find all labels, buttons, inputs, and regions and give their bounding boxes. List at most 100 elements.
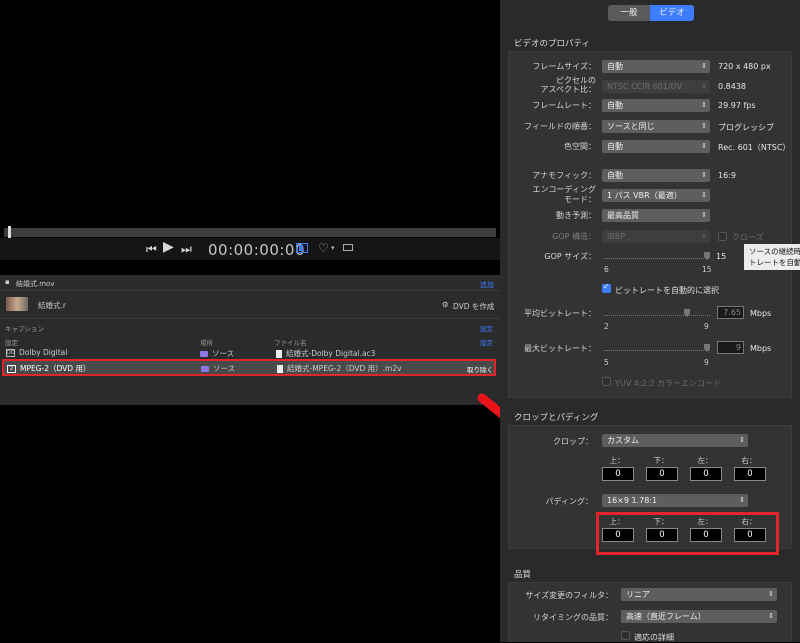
- crop-label: クロップ：: [553, 437, 593, 446]
- max-bitrate-max: 9: [704, 358, 709, 367]
- avg-bitrate-unit: Mbps: [750, 309, 772, 318]
- gop-size-label: GOP サイズ：: [544, 252, 596, 261]
- row-filename: 結婚式-MPEG-2（DVD 用）.m2v: [287, 364, 402, 373]
- share-panel: [0, 275, 500, 405]
- table-row[interactable]: DD Dolby Digital ソース 結婚式-Dolby Digital.ac…: [0, 347, 500, 359]
- pixel-aspect-popup: NTSC CCIR 601/DV ⇕: [602, 80, 710, 93]
- skip-forward-icon[interactable]: ⏭: [181, 243, 192, 255]
- chevron-updown-icon: ⇕: [701, 82, 707, 90]
- video-section-title: ビデオのプロパティ: [514, 39, 590, 49]
- chevron-updown-icon: ⇕: [701, 211, 707, 219]
- mpeg-icon: 2: [7, 365, 16, 373]
- chevron-updown-icon: ⇕: [701, 232, 707, 240]
- crop-left-field[interactable]: 0: [690, 467, 722, 481]
- row-setting: MPEG-2（DVD 用）: [20, 364, 91, 373]
- avg-bitrate-max: 9: [704, 322, 709, 331]
- avg-bitrate-field: 7.65: [717, 306, 744, 319]
- encoding-mode-popup[interactable]: 1 パス VBR（最適） ⇕: [602, 189, 710, 202]
- folder-icon: [200, 351, 208, 357]
- max-bitrate-unit: Mbps: [750, 344, 772, 353]
- project-name: 結婚式.r: [38, 301, 66, 310]
- source-file-name: 結婚式.mov: [16, 280, 55, 288]
- anamorphic-popup[interactable]: 自動 ⇕: [602, 169, 710, 182]
- folder-icon: [201, 366, 209, 372]
- frame-rate-readout: 29.97 fps: [718, 101, 756, 110]
- chevron-updown-icon: ⇕: [739, 496, 745, 504]
- padding-popup[interactable]: 16×9 1.78:1 ⇕: [602, 494, 748, 507]
- frame-size-label: フレームサイズ：: [532, 62, 596, 71]
- pixel-aspect-readout: 0.8438: [718, 82, 746, 91]
- adaptive-detail-label: 適応の詳細: [634, 633, 674, 642]
- max-bitrate-label: 最大ビットレート：: [524, 344, 596, 353]
- crop-bottom-field[interactable]: 0: [646, 467, 678, 481]
- padding-highlight-box: [596, 512, 779, 555]
- padding-label: パディング：: [545, 497, 593, 506]
- add-file-link[interactable]: 追加: [480, 280, 494, 290]
- row-filename: 結婚式-Dolby Digital.ac3: [286, 349, 376, 358]
- crop-popup[interactable]: カスタム ⇕: [602, 434, 748, 447]
- remove-button[interactable]: 取り除く: [467, 364, 493, 374]
- field-order-readout: プログレッシブ: [718, 123, 774, 132]
- color-space-label: 色空間：: [564, 142, 596, 151]
- row-location: ソース: [212, 349, 235, 358]
- crop-right-label: 右：: [741, 456, 757, 465]
- retiming-popup[interactable]: 高速（直近フレーム） ⇕: [621, 610, 777, 623]
- frame-rate-popup[interactable]: 自動 ⇕: [602, 99, 710, 112]
- avg-bitrate-slider: [604, 315, 710, 317]
- screen-icon[interactable]: [343, 244, 353, 251]
- file-icon: ▪: [5, 278, 10, 286]
- dolby-icon: DD: [6, 349, 15, 357]
- document-icon: [276, 350, 282, 358]
- viewer-layout-icon[interactable]: [296, 243, 308, 253]
- column-settings-link[interactable]: 設定: [480, 337, 493, 347]
- play-icon[interactable]: ▶: [163, 240, 174, 254]
- heart-icon[interactable]: ♡: [318, 241, 329, 255]
- gop-size-max: 15: [702, 265, 712, 274]
- max-bitrate-field: 9: [717, 341, 744, 354]
- resize-filter-popup[interactable]: リニア ⇕: [621, 588, 777, 601]
- chevron-updown-icon: ⇕: [701, 101, 707, 109]
- divider: [0, 290, 500, 291]
- tab-general[interactable]: 一般: [608, 5, 650, 21]
- column-filename: ファイル名: [274, 339, 307, 347]
- chevron-updown-icon: ⇕: [768, 590, 774, 598]
- chevron-updown-icon: ⇕: [701, 191, 707, 199]
- gop-structure-popup: IBBP ⇕: [602, 230, 710, 243]
- table-row-selected[interactable]: 2 MPEG-2（DVD 用） ソース 結婚式-MPEG-2（DVD 用）.m2v…: [2, 359, 496, 376]
- max-bitrate-min: 5: [604, 358, 609, 367]
- crop-top-label: 上：: [609, 456, 625, 465]
- gop-size-slider[interactable]: [604, 258, 710, 260]
- project-thumbnail: [6, 297, 28, 311]
- yuv-checkbox: [602, 377, 611, 386]
- crop-bottom-label: 下：: [653, 456, 669, 465]
- chevron-updown-icon: ⇕: [701, 122, 707, 130]
- create-dvd-label[interactable]: DVD を作成: [453, 301, 494, 312]
- chevron-updown-icon: ⇕: [701, 62, 707, 70]
- avg-bitrate-min: 2: [604, 322, 609, 331]
- gop-structure-label: GOP 構造：: [552, 232, 596, 241]
- adaptive-detail-checkbox[interactable]: [621, 631, 630, 640]
- frame-size-popup[interactable]: 自動 ⇕: [602, 60, 710, 73]
- gop-closed-label: クローズ: [732, 233, 764, 242]
- crop-top-field[interactable]: 0: [602, 467, 634, 481]
- motion-estimation-popup[interactable]: 最高品質 ⇕: [602, 209, 710, 222]
- crop-left-label: 左：: [697, 456, 713, 465]
- gear-icon[interactable]: ⚙: [442, 300, 449, 309]
- skip-back-icon[interactable]: ⏮: [146, 243, 157, 255]
- row-location: ソース: [213, 364, 236, 373]
- chevron-down-icon[interactable]: ▾: [331, 244, 335, 252]
- frame-size-readout: 720 x 480 px: [718, 62, 771, 71]
- tab-video[interactable]: ビデオ: [650, 5, 694, 21]
- crop-right-field[interactable]: 0: [734, 467, 766, 481]
- captions-settings-link[interactable]: 設定: [480, 323, 493, 333]
- quality-section-title: 品質: [514, 570, 532, 580]
- auto-bitrate-label: ビットレートを自動的に選択: [615, 286, 719, 295]
- row-setting: Dolby Digital: [19, 348, 68, 357]
- auto-bitrate-checkbox[interactable]: [602, 282, 611, 293]
- playhead[interactable]: [8, 226, 11, 238]
- color-space-popup[interactable]: 自動 ⇕: [602, 140, 710, 153]
- crop-section-title: クロップとパディング: [514, 413, 599, 423]
- field-order-popup[interactable]: ソースと同じ ⇕: [602, 120, 710, 133]
- divider: [0, 318, 500, 319]
- timeline-scrubber[interactable]: [4, 228, 496, 237]
